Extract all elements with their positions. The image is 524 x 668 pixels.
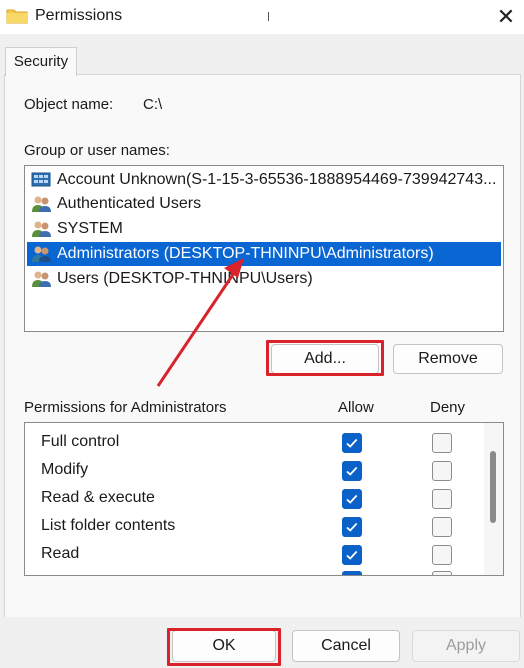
permission-label: List folder contents: [41, 517, 176, 534]
deny-checkbox[interactable]: [432, 517, 452, 537]
allow-column-header: Allow: [338, 399, 374, 416]
permission-label: Modify: [41, 461, 89, 478]
list-item-label: Account Unknown(S-1-15-3-65536-188895446…: [57, 171, 497, 188]
user-list[interactable]: Account Unknown(S-1-15-3-65536-188895446…: [24, 165, 504, 332]
allow-checkbox[interactable]: [342, 461, 362, 481]
checkmark-icon: [346, 550, 358, 560]
permission-row-partial: [25, 568, 485, 575]
folder-icon: [6, 9, 28, 24]
checkmark-icon: [346, 466, 358, 476]
permission-row-read-execute: Read & execute: [25, 484, 485, 512]
permissions-scrollbar[interactable]: [484, 423, 503, 575]
allow-checkbox[interactable]: [342, 571, 362, 575]
title-divider: [268, 12, 269, 21]
list-item-authenticated-users[interactable]: Authenticated Users: [27, 192, 501, 216]
deny-checkbox[interactable]: [432, 545, 452, 565]
permission-label: Read: [41, 545, 80, 562]
allow-checkbox[interactable]: [342, 517, 362, 537]
title-bar: Permissions ✕: [0, 0, 524, 34]
permission-row-modify: Modify: [25, 456, 485, 484]
deny-checkbox[interactable]: [432, 433, 452, 453]
checkmark-icon: [346, 522, 358, 532]
allow-checkbox[interactable]: [342, 433, 362, 453]
list-item-administrators[interactable]: Administrators (DESKTOP-THNINPU\Administ…: [27, 242, 501, 266]
permission-label: Read & execute: [41, 489, 155, 506]
permission-row-full-control: Full control: [25, 428, 485, 456]
cancel-button[interactable]: Cancel: [292, 630, 400, 662]
list-item-system[interactable]: SYSTEM: [27, 217, 501, 241]
tab-security[interactable]: Security: [5, 47, 77, 76]
close-icon[interactable]: ✕: [493, 4, 519, 30]
allow-checkbox[interactable]: [342, 489, 362, 509]
deny-checkbox[interactable]: [432, 461, 452, 481]
permission-row-read: Read: [25, 540, 485, 568]
unknown-account-icon: [31, 172, 51, 187]
permissions-title: Permissions for Administrators: [24, 399, 227, 416]
group-names-label: Group or user names:: [24, 142, 170, 159]
object-name-label: Object name:: [24, 96, 114, 113]
user-group-icon: [32, 246, 51, 262]
list-item-users[interactable]: Users (DESKTOP-THNINPU\Users): [27, 267, 501, 291]
list-item-account-unknown[interactable]: Account Unknown(S-1-15-3-65536-188895446…: [27, 168, 501, 192]
permissions-list[interactable]: Full control Modify Read & execute List …: [24, 422, 504, 576]
ok-button[interactable]: OK: [172, 630, 276, 662]
list-item-label: Users (DESKTOP-THNINPU\Users): [57, 270, 313, 287]
list-item-label: Administrators (DESKTOP-THNINPU\Administ…: [57, 245, 434, 262]
user-group-icon: [32, 221, 51, 237]
deny-column-header: Deny: [430, 399, 466, 416]
deny-checkbox[interactable]: [432, 571, 452, 575]
add-button[interactable]: Add...: [271, 344, 379, 374]
remove-button[interactable]: Remove: [393, 344, 503, 374]
permission-label: Full control: [41, 433, 120, 450]
tab-strip: [0, 34, 524, 74]
list-item-label: Authenticated Users: [57, 195, 202, 212]
checkmark-icon: [346, 494, 358, 504]
scrollbar-thumb[interactable]: [490, 451, 496, 523]
window-title: Permissions: [35, 7, 123, 24]
deny-checkbox[interactable]: [432, 489, 452, 509]
apply-button[interactable]: Apply: [412, 630, 520, 662]
user-group-icon: [32, 196, 51, 212]
object-name-value: C:\: [143, 96, 163, 113]
permission-row-list-folder-contents: List folder contents: [25, 512, 485, 540]
user-group-icon: [32, 271, 51, 287]
list-item-label: SYSTEM: [57, 220, 123, 237]
checkmark-icon: [346, 438, 358, 448]
allow-checkbox[interactable]: [342, 545, 362, 565]
